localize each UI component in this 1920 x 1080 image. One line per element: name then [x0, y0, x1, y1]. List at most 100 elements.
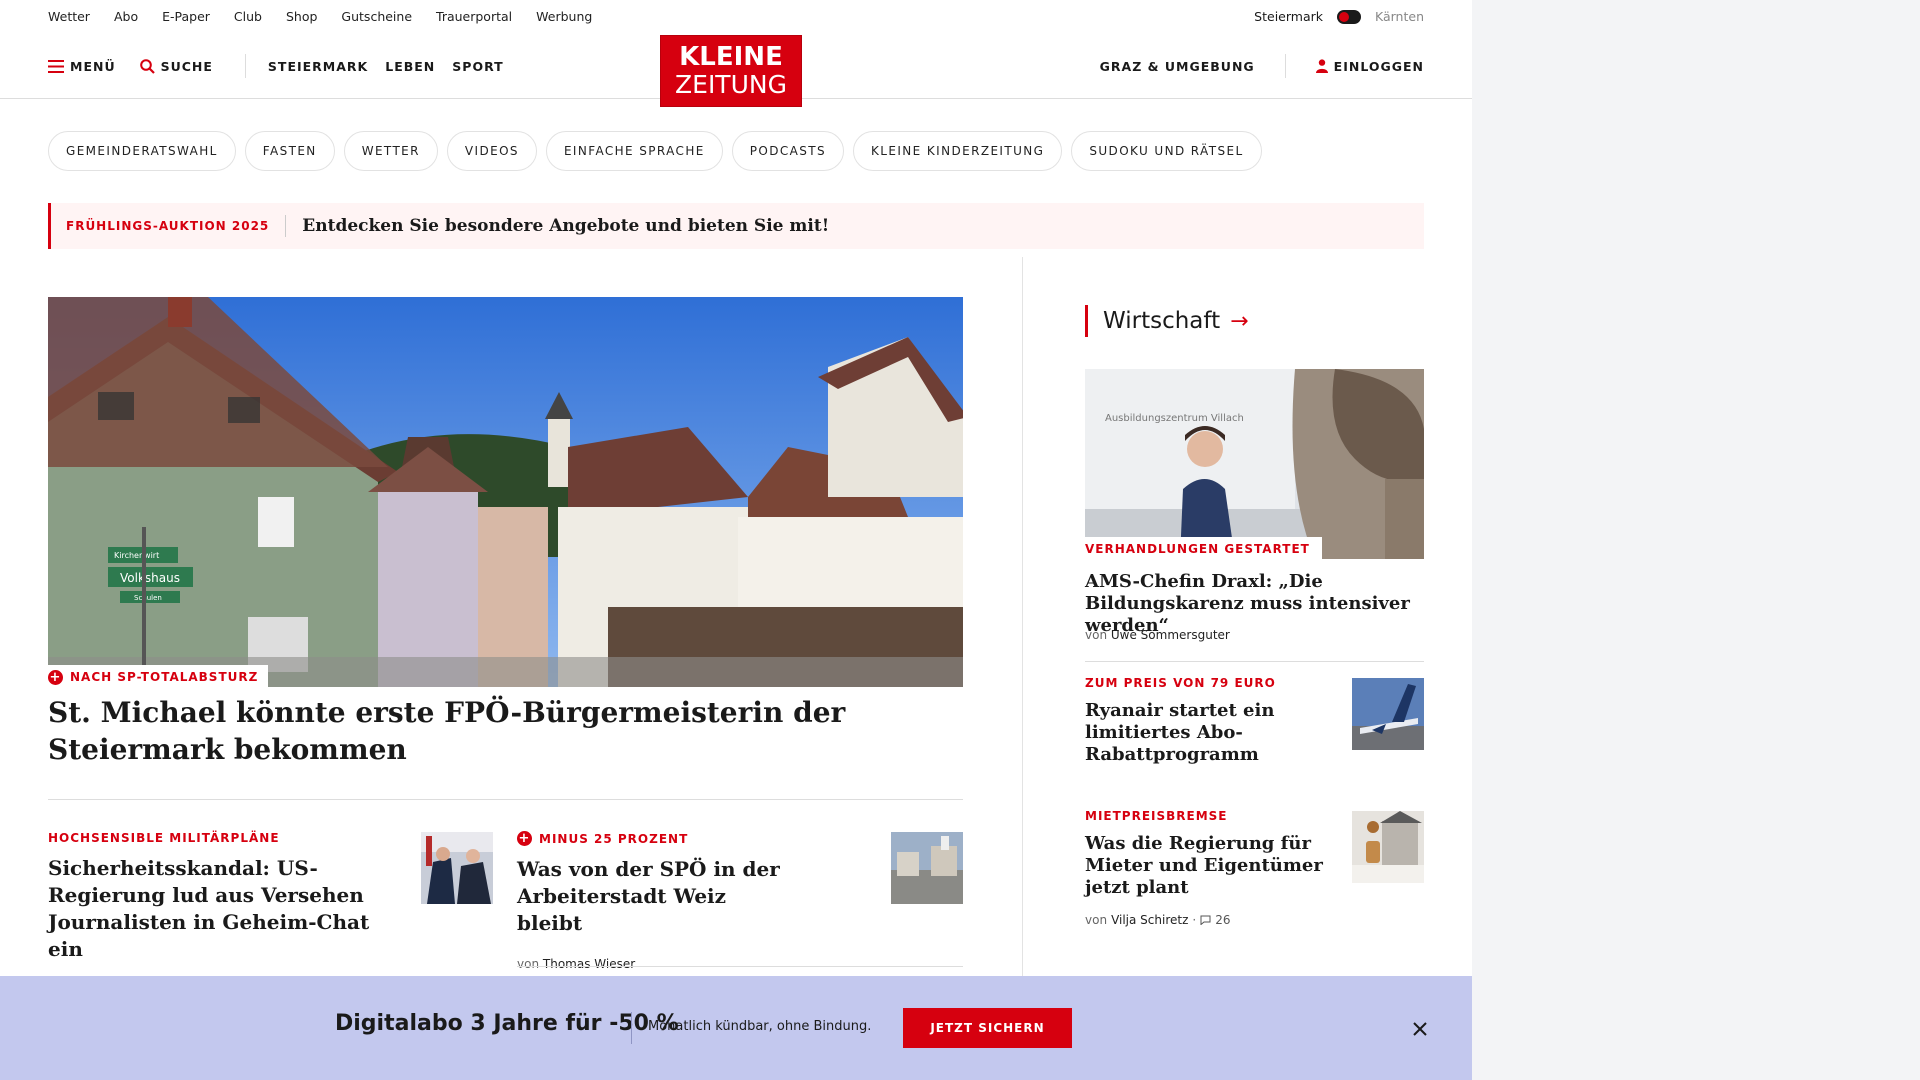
article-title[interactable]: Was von der SPÖ in der Arbeiterstadt Wei… — [517, 856, 797, 937]
comment-number: 26 — [1215, 913, 1231, 927]
search-icon — [139, 58, 155, 74]
logo-line-1: KLEINE — [679, 42, 783, 72]
menu-button[interactable]: MENÜ — [48, 59, 116, 74]
login-button[interactable]: EINLOGGEN — [1315, 58, 1424, 74]
byline-prefix: von — [1085, 913, 1108, 927]
sidebar-lead-image[interactable]: Ausbildungszentrum Villach — [1085, 369, 1424, 559]
article-title[interactable]: Sicherheitsskandal: US-Regierung lud aus… — [48, 855, 388, 963]
article-thumbnail[interactable] — [891, 832, 963, 904]
hero-separator — [48, 799, 963, 800]
hamburger-icon — [48, 59, 64, 73]
comment-count[interactable]: 26 — [1200, 913, 1231, 927]
user-icon — [1315, 59, 1328, 73]
tag-einfache-sprache[interactable]: EINFACHE SPRACHE — [545, 131, 723, 171]
sidebar-thumbnail[interactable] — [1352, 678, 1424, 750]
byline-prefix: von — [1085, 628, 1108, 642]
plus-icon: + — [48, 669, 63, 685]
article-separator — [517, 966, 963, 967]
byline-author[interactable]: Uwe Sommersguter — [1111, 628, 1230, 642]
sidebar-separator — [1085, 661, 1424, 662]
tag-sudoku[interactable]: SUDOKU UND RÄTSEL — [1071, 131, 1262, 171]
tag-gemeinderatswahl[interactable]: GEMEINDERATSWAHL — [48, 131, 236, 171]
thumbnail-image — [891, 832, 963, 904]
byline-prefix: von — [517, 957, 540, 971]
utility-links: Wetter Abo E-Paper Club Shop Gutscheine … — [48, 9, 592, 24]
utility-link-wetter[interactable]: Wetter — [48, 9, 90, 24]
header-nav: STEIERMARK LEBEN SPORT — [268, 59, 504, 74]
article-kicker-text: MINUS 25 PROZENT — [539, 831, 689, 846]
byline-author[interactable]: Vilja Schiretz — [1111, 913, 1188, 927]
article-card: HOCHSENSIBLE MILITÄRPLÄNE Sicherheitsska… — [48, 831, 388, 993]
topic-tags: GEMEINDERATSWAHL FASTEN WETTER VIDEOS EI… — [48, 131, 1262, 171]
main-header: MENÜ SUCHE STEIERMARK LEBEN SPORT KLEINE… — [0, 33, 1472, 107]
utility-link-shop[interactable]: Shop — [286, 9, 317, 24]
utility-bar: Wetter Abo E-Paper Club Shop Gutscheine … — [48, 0, 1424, 33]
utility-link-club[interactable]: Club — [234, 9, 262, 24]
meta-dot: · — [1192, 913, 1197, 927]
header-divider — [244, 54, 246, 78]
arrow-right-icon: → — [1230, 308, 1249, 334]
nav-leben[interactable]: LEBEN — [385, 59, 435, 74]
region-toggle[interactable] — [1337, 9, 1361, 24]
nav-sport[interactable]: SPORT — [452, 59, 503, 74]
login-label: EINLOGGEN — [1333, 58, 1424, 74]
tag-podcasts[interactable]: PODCASTS — [731, 131, 845, 171]
close-banner-button[interactable] — [1407, 1016, 1433, 1042]
sidebar-item: MIETPREISBREMSE Was die Regierung für Mi… — [1085, 809, 1345, 927]
byline-author[interactable]: Thomas Wieser — [543, 957, 635, 971]
sidebar-item-title[interactable]: Ryanair startet ein limitiertes Abo-Raba… — [1085, 700, 1285, 766]
region-kaernten[interactable]: Kärnten — [1375, 9, 1424, 24]
tag-fasten[interactable]: FASTEN — [244, 131, 335, 171]
thumbnail-image — [421, 832, 493, 904]
promo-text: Entdecken Sie besondere Angebote und bie… — [302, 216, 830, 236]
tag-wetter[interactable]: WETTER — [343, 131, 438, 171]
sidebar-kicker: MIETPREISBREMSE — [1085, 809, 1228, 823]
article-card: + MINUS 25 PROZENT Was von der SPÖ in de… — [517, 831, 797, 971]
thumbnail-image — [1352, 811, 1424, 883]
utility-link-werbung[interactable]: Werbung — [536, 9, 592, 24]
utility-link-gutscheine[interactable]: Gutscheine — [341, 9, 412, 24]
search-label: SUCHE — [160, 58, 213, 74]
site-logo[interactable]: KLEINE ZEITUNG — [660, 35, 802, 107]
banner-headline: Digitalabo 3 Jahre für -50 % — [335, 1011, 679, 1036]
section-header-wirtschaft[interactable]: Wirtschaft → — [1085, 305, 1249, 337]
logo-line-2: ZEITUNG — [675, 70, 787, 99]
promo-kicker: FRÜHLINGS-AUKTION 2025 — [66, 219, 270, 233]
header-right-divider — [1284, 54, 1286, 78]
sidebar-item: ZUM PREIS VON 79 EURO Ryanair startet ei… — [1085, 676, 1315, 766]
sidebar-thumbnail[interactable] — [1352, 811, 1424, 883]
plus-icon: + — [517, 831, 532, 846]
location-link[interactable]: GRAZ & UMGEBUNG — [1100, 59, 1255, 74]
sign-volkshaus: Volkshaus — [120, 571, 180, 585]
article-thumbnail[interactable] — [421, 832, 493, 904]
tag-kinderzeitung[interactable]: KLEINE KINDERZEITUNG — [853, 131, 1063, 171]
article-kicker: + MINUS 25 PROZENT — [517, 831, 797, 846]
thumbnail-image — [1352, 678, 1424, 750]
sidebar-item-title[interactable]: Was die Regierung für Mieter und Eigentü… — [1085, 833, 1345, 899]
wall-sign-text: Ausbildungszentrum Villach — [1105, 413, 1244, 424]
section-title: Wirtschaft — [1103, 308, 1221, 334]
utility-link-abo[interactable]: Abo — [114, 9, 138, 24]
subscribe-button[interactable]: JETZT SICHERN — [903, 1008, 1072, 1048]
lead-photo: Ausbildungszentrum Villach — [1085, 369, 1424, 559]
comment-icon — [1200, 915, 1211, 925]
nav-steiermark[interactable]: STEIERMARK — [268, 59, 368, 74]
menu-label: MENÜ — [70, 58, 116, 74]
utility-link-trauerportal[interactable]: Trauerportal — [436, 9, 512, 24]
header-left: MENÜ SUCHE STEIERMARK LEBEN SPORT — [48, 33, 504, 99]
sidebar-kicker: ZUM PREIS VON 79 EURO — [1085, 676, 1276, 690]
tag-videos[interactable]: VIDEOS — [446, 131, 537, 171]
utility-link-epaper[interactable]: E-Paper — [162, 9, 210, 24]
article-kicker: HOCHSENSIBLE MILITÄRPLÄNE — [48, 831, 280, 845]
page: Wetter Abo E-Paper Club Shop Gutscheine … — [0, 0, 1472, 1080]
promo-banner[interactable]: FRÜHLINGS-AUKTION 2025 Entdecken Sie bes… — [48, 203, 1424, 249]
column-divider — [1022, 257, 1023, 977]
hero-title[interactable]: St. Michael könnte erste FPÖ-Bürgermeist… — [48, 694, 948, 768]
hero-image[interactable]: Kirchenwirt Volkshaus Schulen — [48, 297, 963, 687]
search-button[interactable]: SUCHE — [139, 58, 213, 74]
header-right: GRAZ & UMGEBUNG EINLOGGEN — [1100, 33, 1424, 99]
region-steiermark[interactable]: Steiermark — [1254, 9, 1323, 24]
region-switch: Steiermark Kärnten — [1254, 9, 1424, 24]
sign-schulen: Schulen — [134, 594, 162, 602]
promo-divider — [285, 215, 287, 237]
